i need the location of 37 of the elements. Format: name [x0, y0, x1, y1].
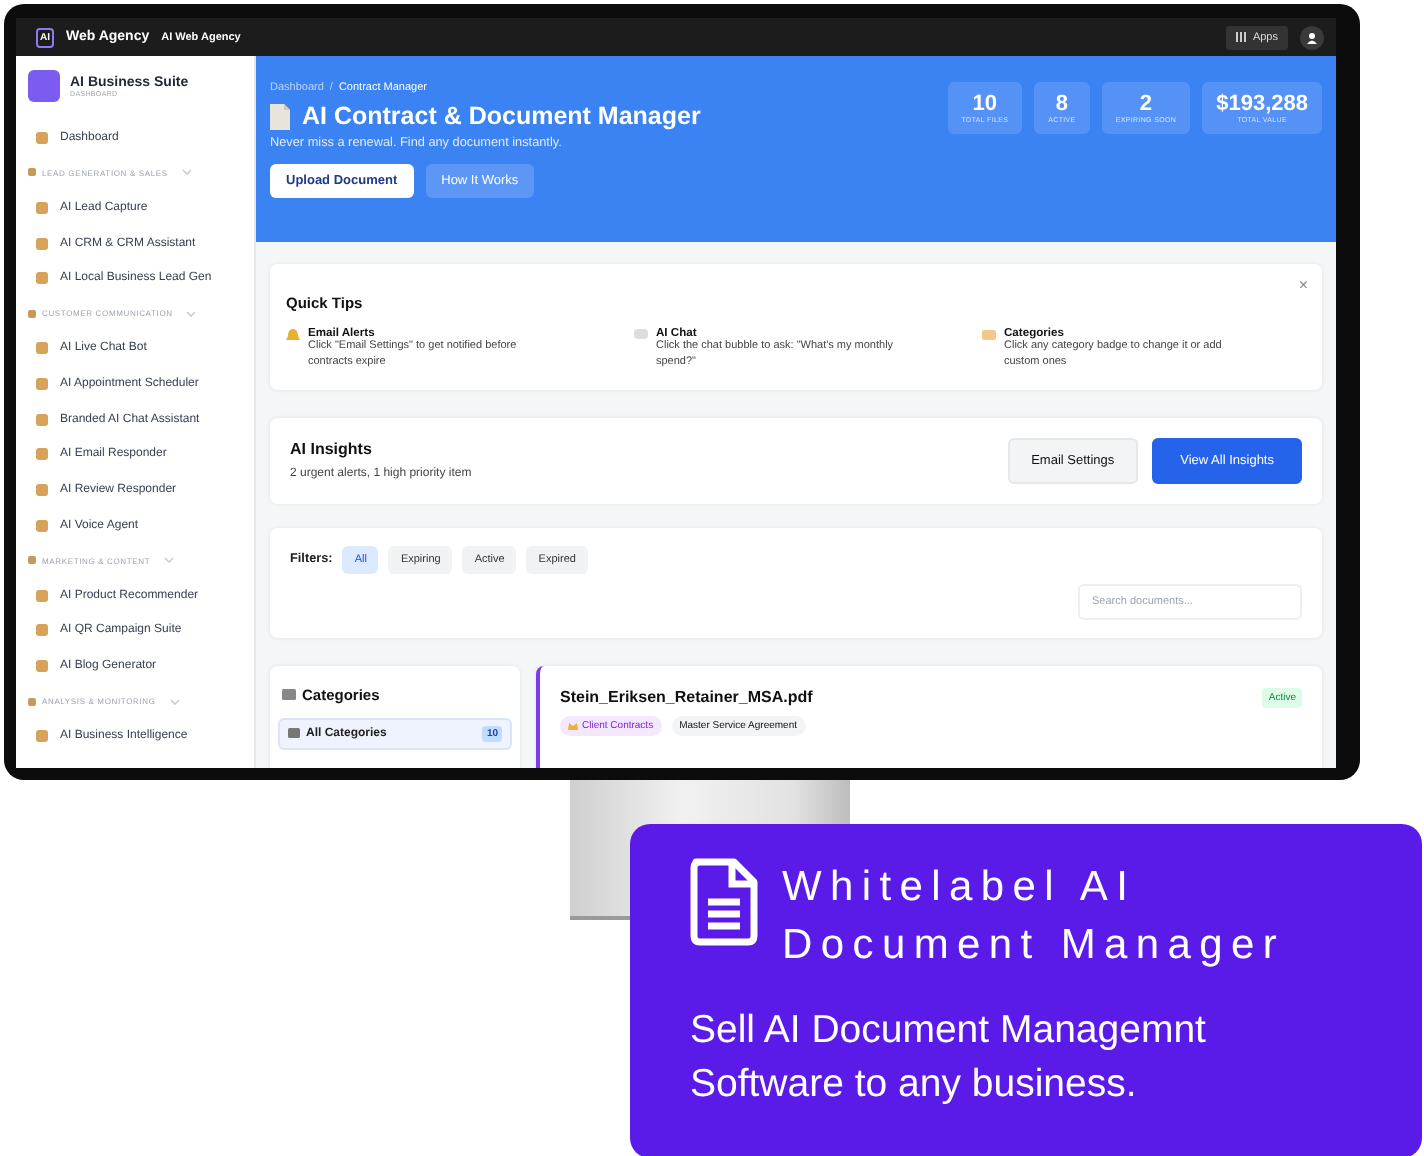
section-icon — [28, 309, 36, 318]
item-icon — [36, 342, 48, 355]
item-icon — [36, 483, 48, 496]
item-icon — [36, 202, 48, 215]
app-logo — [28, 70, 60, 102]
folder-icon — [282, 688, 296, 701]
stat-value: $193,288 — [1216, 92, 1308, 116]
user-avatar[interactable] — [1300, 25, 1324, 49]
item-icon — [36, 659, 48, 672]
card-title: AI Insights — [290, 440, 374, 459]
item-icon — [36, 448, 48, 461]
section-icon — [28, 168, 36, 177]
item-icon — [36, 131, 48, 144]
item-icon — [36, 378, 48, 391]
document-icon — [690, 858, 758, 946]
item-icon — [36, 413, 48, 426]
stat-value: 10 — [972, 92, 998, 116]
folder-icon — [288, 728, 300, 739]
item-icon — [36, 519, 48, 531]
item-icon — [36, 272, 48, 285]
item-icon — [36, 624, 48, 637]
stat-value: 2 — [1139, 92, 1153, 116]
item-icon — [36, 730, 48, 743]
stat-value: 8 — [1055, 92, 1069, 116]
promo-title: Whitelabel AI Document Manager — [782, 862, 1288, 973]
person-icon — [1306, 31, 1318, 43]
section-icon — [28, 556, 36, 565]
crown-icon — [568, 721, 578, 730]
item-icon — [36, 237, 48, 250]
page-title: AI Contract & Document Manager — [302, 102, 701, 130]
document-icon — [270, 103, 290, 129]
promo-text: Sell AI Document Managemnt Software to any business. — [690, 1005, 1208, 1111]
document-name: Stein_Eriksen_Retainer_MSA.pdf — [560, 688, 813, 707]
bell-icon — [286, 328, 300, 342]
close-button[interactable]: × — [1298, 276, 1308, 294]
section-icon — [28, 697, 36, 706]
item-icon — [36, 589, 48, 602]
